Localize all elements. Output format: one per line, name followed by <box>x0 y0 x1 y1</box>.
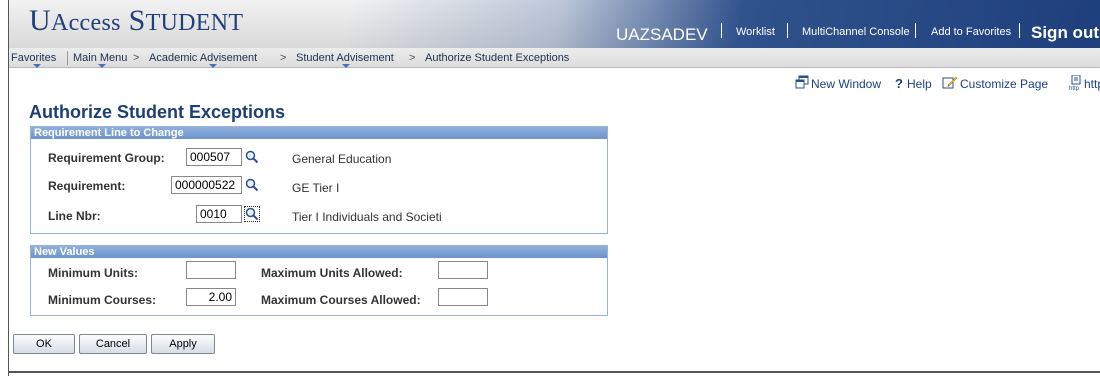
page-title: Authorize Student Exceptions <box>29 102 286 122</box>
logo-student-rest: TUDENT <box>145 10 244 36</box>
ok-button[interactable]: OK <box>13 334 75 354</box>
help-link[interactable]: Help <box>907 77 932 91</box>
chevron-down-icon <box>33 64 41 68</box>
line-nbr-input[interactable] <box>196 205 242 223</box>
http-link[interactable]: http <box>1084 77 1100 91</box>
breadcrumb-main-menu[interactable]: Main Menu <box>73 52 127 64</box>
header-separator <box>915 23 916 38</box>
maximum-units-input[interactable] <box>438 261 488 279</box>
cancel-button[interactable]: Cancel <box>79 334 147 354</box>
breadcrumb-separator <box>67 51 68 65</box>
header-separator <box>1019 23 1020 38</box>
breadcrumb: Favorites Main Menu > Academic Advisemen… <box>9 48 1100 68</box>
requirement-group-label: Requirement Group: <box>48 151 165 165</box>
svg-text:http: http <box>1069 86 1080 91</box>
header-separator <box>787 23 788 38</box>
chevron-right-icon: > <box>280 52 287 64</box>
maximum-units-label: Maximum Units Allowed: <box>261 266 403 280</box>
search-icon[interactable] <box>245 150 259 164</box>
minimum-courses-label: Minimum Courses: <box>48 293 157 307</box>
environment-name: UAZSADEV <box>616 25 708 44</box>
help-icon[interactable]: ? <box>895 76 903 91</box>
requirement-group-input[interactable] <box>186 148 242 166</box>
requirement-group-description: General Education <box>292 152 392 166</box>
requirement-label: Requirement: <box>48 179 126 193</box>
search-icon[interactable] <box>244 206 260 222</box>
requirement-line-heading: Requirement Line to Change <box>31 127 607 139</box>
frame-bottom-border <box>8 371 1100 373</box>
new-window-icon[interactable] <box>795 75 809 89</box>
new-values-heading: New Values <box>31 246 607 258</box>
logo-access: Access <box>50 10 121 36</box>
customize-page-icon[interactable] <box>942 75 958 89</box>
new-values-group: New Values Minimum Units: Maximum Units … <box>30 245 608 316</box>
customize-page-link[interactable]: Customize Page <box>960 77 1048 91</box>
requirement-description: GE Tier I <box>292 181 340 195</box>
add-to-favorites-link[interactable]: Add to Favorites <box>931 26 1011 38</box>
uaccess-student-logo[interactable]: UAccess STUDENT <box>29 4 243 38</box>
line-nbr-description: Tier I Individuals and Societi <box>292 210 442 224</box>
maximum-courses-label: Maximum Courses Allowed: <box>261 293 421 307</box>
header-band <box>349 0 1100 48</box>
chevron-down-icon <box>209 64 217 68</box>
search-icon[interactable] <box>245 178 259 192</box>
breadcrumb-academic-advisement[interactable]: Academic Advisement <box>149 52 257 64</box>
requirement-line-group: Requirement Line to Change Requirement G… <box>30 126 608 234</box>
minimum-units-label: Minimum Units: <box>48 266 138 280</box>
line-nbr-label: Line Nbr: <box>48 209 101 223</box>
minimum-units-input[interactable] <box>186 261 236 279</box>
maximum-courses-input[interactable] <box>438 288 488 306</box>
new-window-link[interactable]: New Window <box>811 77 881 91</box>
multichannel-console-link[interactable]: MultiChannel Console <box>802 26 910 38</box>
breadcrumb-authorize-student-exceptions: Authorize Student Exceptions <box>425 52 570 64</box>
breadcrumb-favorites[interactable]: Favorites <box>11 52 56 64</box>
worklist-link[interactable]: Worklist <box>736 26 775 38</box>
app-header: UAccess STUDENT UAZSADEV Worklist MultiC… <box>9 0 1100 48</box>
breadcrumb-student-advisement[interactable]: Student Advisement <box>296 52 394 64</box>
logo-u: U <box>29 4 51 37</box>
apply-button[interactable]: Apply <box>151 334 215 354</box>
app-frame: UAccess STUDENT UAZSADEV Worklist MultiC… <box>8 0 1100 376</box>
requirement-input[interactable] <box>171 176 242 194</box>
http-link-icon[interactable]: http <box>1069 75 1083 91</box>
header-separator <box>721 23 722 38</box>
minimum-courses-input[interactable] <box>186 288 236 306</box>
sign-out-link[interactable]: Sign out <box>1031 23 1099 43</box>
chevron-right-icon: > <box>133 52 140 64</box>
chevron-down-icon <box>98 64 106 68</box>
chevron-right-icon: > <box>409 52 416 64</box>
logo-student-s: S <box>128 4 146 37</box>
chevron-down-icon <box>342 64 350 68</box>
